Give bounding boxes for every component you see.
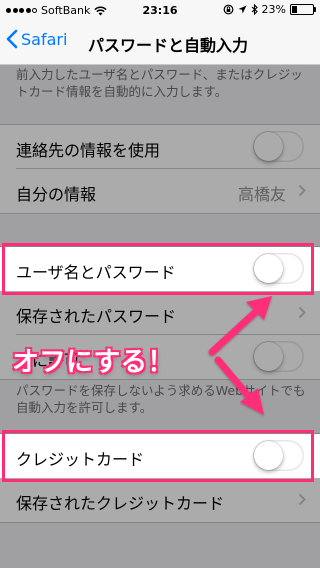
navigation-bar: Safari パスワードと自動入力	[0, 20, 320, 65]
contacts-row[interactable]: 連絡先の情報を使用	[0, 125, 320, 169]
lock-rotation-icon	[223, 4, 233, 15]
page-title: パスワードと自動入力	[88, 36, 249, 55]
status-right: 23%	[223, 3, 316, 16]
highlight-frame	[2, 243, 314, 295]
saved-cards-label: 保存されたクレジットカード	[16, 494, 225, 513]
group-divider	[0, 522, 320, 523]
chevron-right-icon	[298, 184, 306, 197]
bluetooth-icon	[251, 4, 258, 15]
location-icon	[238, 5, 247, 14]
battery-percent: 23%	[261, 3, 286, 16]
always-allow-note: パスワードを保存しないよう求めるWebサイトでも自動入力を許可します。	[16, 383, 306, 415]
description-text: 前入力したユーザ名とパスワード、またはクレジットカード情報を自動的に入力します。	[16, 67, 303, 99]
my-info-row[interactable]: 自分の情報 高橋友	[0, 169, 320, 213]
my-info-value: 高橋友	[237, 185, 286, 204]
toggle-knob	[254, 132, 283, 161]
callout-text: オフにする！	[11, 346, 175, 379]
saved-cards-row[interactable]: 保存されたクレジットカード	[0, 478, 320, 522]
back-label: Safari	[21, 29, 68, 49]
back-button[interactable]: Safari	[6, 29, 67, 49]
battery-fill	[292, 6, 297, 13]
chevron-right-icon	[298, 493, 306, 506]
battery-icon	[290, 4, 316, 15]
always-allow-toggle[interactable]	[253, 341, 304, 372]
contacts-label: 連絡先の情報を使用	[16, 141, 161, 160]
chevron-left-icon	[6, 29, 18, 49]
saved-passwords-row[interactable]: 保存されたパスワード	[0, 291, 320, 335]
group-divider	[0, 379, 320, 380]
contacts-toggle[interactable]	[253, 131, 304, 162]
chevron-right-icon	[298, 306, 306, 319]
group-divider	[0, 213, 320, 214]
status-bar: SoftBank 23:16 23%	[0, 0, 320, 20]
my-info-label: 自分の情報	[16, 185, 97, 204]
toggle-knob	[254, 342, 283, 371]
highlight-frame	[2, 430, 314, 482]
saved-passwords-label: 保存されたパスワード	[16, 307, 177, 326]
